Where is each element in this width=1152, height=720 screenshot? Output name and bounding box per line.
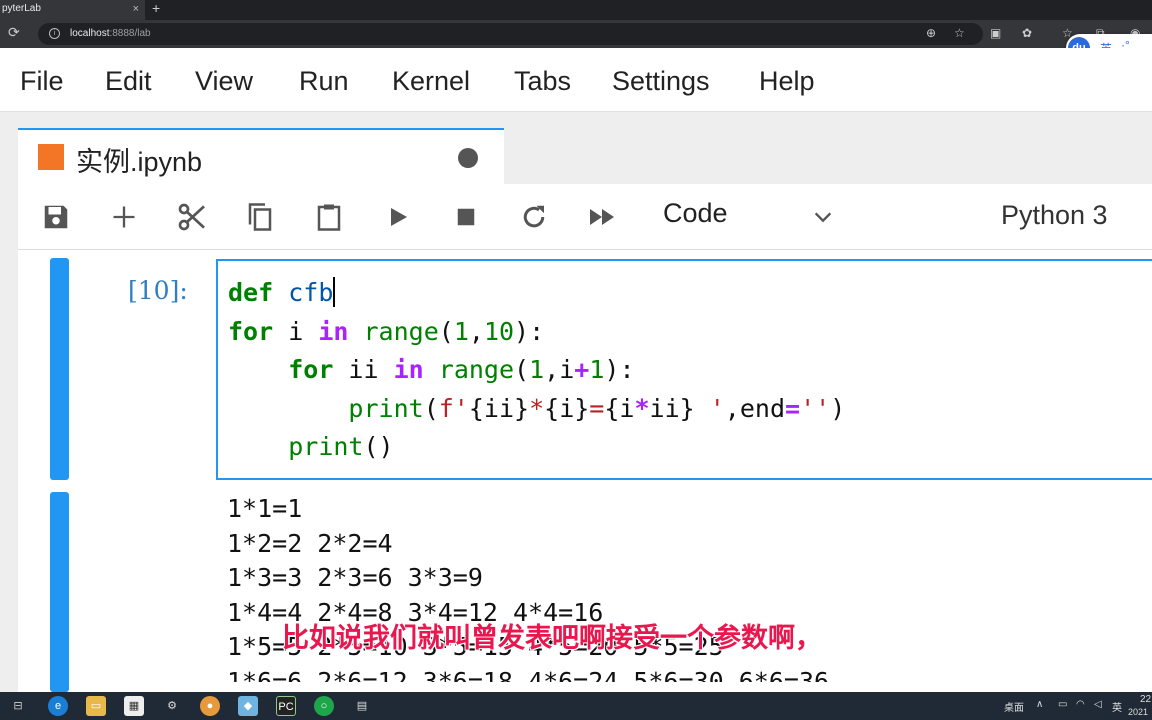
menu-tabs[interactable]: Tabs [514, 66, 571, 97]
folder-icon[interactable]: ▭ [86, 696, 106, 716]
browser-tab-title: pyterLab [2, 3, 41, 14]
tab-notebook[interactable]: 实例.ipynb [18, 128, 504, 184]
code-content: def cfb for i in range(1,10): for ii in … [228, 277, 846, 461]
restart-button[interactable] [516, 199, 552, 235]
tray-chevron-icon[interactable]: ∧ [1036, 699, 1043, 710]
tray-wifi-icon[interactable]: ◠ [1076, 699, 1085, 710]
browser-tab[interactable]: pyterLab × [0, 0, 145, 20]
save-icon [44, 205, 68, 229]
tray-desktop[interactable]: 桌面 [1004, 699, 1024, 714]
url-host: localhost [70, 28, 110, 39]
tray-ime[interactable]: 英 [1112, 699, 1122, 714]
reload-icon[interactable]: ⟳ [8, 24, 20, 41]
url-path: :8888/lab [109, 28, 151, 39]
browser-tabstrip: pyterLab × + [0, 0, 1152, 20]
output-line: 1*1=1 [227, 494, 303, 523]
copy-icon [248, 203, 272, 231]
menu-settings[interactable]: Settings [612, 66, 710, 97]
menu-view[interactable]: View [195, 66, 253, 97]
calculator-icon[interactable]: ▦ [124, 696, 144, 716]
address-input[interactable]: i localhost:8888/lab [38, 23, 983, 45]
new-tab-button[interactable]: + [152, 0, 160, 16]
tray-volume-icon[interactable]: ◁ [1094, 699, 1102, 710]
plus-icon [113, 206, 135, 228]
app-green-icon[interactable]: ○ [314, 696, 334, 716]
scissors-icon [178, 203, 205, 231]
settings-gear-icon[interactable]: ⚙ [162, 696, 182, 716]
video-subtitle: 比如说我们就叫曾发表吧啊接受一个参数啊， [282, 623, 822, 653]
unsaved-dot-icon[interactable] [458, 148, 478, 168]
menu-kernel[interactable]: Kernel [392, 66, 470, 97]
cut-button[interactable] [174, 199, 210, 235]
stop-icon [457, 208, 475, 226]
tray-network-icon[interactable]: ▭ [1058, 699, 1067, 710]
fast-forward-icon [590, 209, 614, 225]
copy-button[interactable] [242, 199, 278, 235]
extension-icon[interactable]: ▣ [990, 26, 1001, 40]
output-line: 1*6=6 2*6=12 3*6=18 4*6=24 5*6=30 6*6=36 [227, 666, 830, 683]
clock-date[interactable]: 2021 [1128, 707, 1148, 717]
text-cursor [333, 277, 336, 307]
notebook-toolbar: Code Python 3 [18, 184, 1152, 250]
play-icon [391, 208, 407, 226]
app-orange-icon[interactable]: ● [200, 696, 220, 716]
input-prompt: [10]: [128, 276, 188, 305]
tab-title: 实例.ipynb [76, 147, 203, 177]
chevron-down-icon[interactable] [812, 206, 834, 228]
run-button[interactable] [380, 199, 416, 235]
save-button[interactable] [38, 199, 74, 235]
output-collapser[interactable] [50, 492, 69, 692]
puzzle-icon[interactable]: ✿ [1022, 26, 1032, 40]
star-icon[interactable]: ☆ [954, 26, 965, 40]
output-line: 1*3=3 2*3=6 3*3=9 [227, 563, 483, 592]
taskview-icon[interactable]: ⊟ [8, 696, 28, 716]
address-bar-row: ⟳ i localhost:8888/lab ⊕ ☆ ▣ ✿ ☆ ⧉ ◉ [0, 20, 1152, 48]
menu-run[interactable]: Run [299, 66, 349, 97]
app-blue-icon[interactable]: ◆ [238, 696, 258, 716]
taskbar: ⊟ e ▭ ▦ ⚙ ● ◆ PC ○ ▤ 桌面 ∧ ▭ ◠ ◁ 英 22 202… [0, 692, 1152, 720]
interrupt-button[interactable] [448, 199, 484, 235]
menu-bar: File Edit View Run Kernel Tabs Settings … [0, 48, 1152, 112]
info-icon[interactable]: i [49, 28, 60, 39]
cell-type-select[interactable]: Code [663, 198, 728, 229]
zoom-icon[interactable]: ⊕ [926, 26, 936, 40]
input-collapser[interactable] [50, 258, 69, 480]
close-icon[interactable]: × [133, 0, 139, 18]
menu-file[interactable]: File [20, 66, 64, 97]
edge-icon[interactable]: e [48, 696, 68, 716]
clipboard-icon [317, 204, 341, 231]
code-editor[interactable]: def cfb for i in range(1,10): for ii in … [216, 259, 1152, 480]
app-media-icon[interactable]: ▤ [352, 696, 372, 716]
restart-icon [523, 205, 545, 228]
paste-button[interactable] [311, 199, 347, 235]
menu-edit[interactable]: Edit [105, 66, 152, 97]
kernel-name[interactable]: Python 3 [1001, 200, 1108, 231]
notebook-icon-inner [43, 149, 59, 165]
menu-help[interactable]: Help [759, 66, 815, 97]
output-line: 1*2=2 2*2=4 [227, 528, 393, 558]
restart-run-all-button[interactable] [584, 199, 620, 235]
clock-time[interactable]: 22 [1140, 694, 1151, 705]
insert-cell-button[interactable] [106, 199, 142, 235]
pycharm-icon[interactable]: PC [276, 696, 296, 716]
